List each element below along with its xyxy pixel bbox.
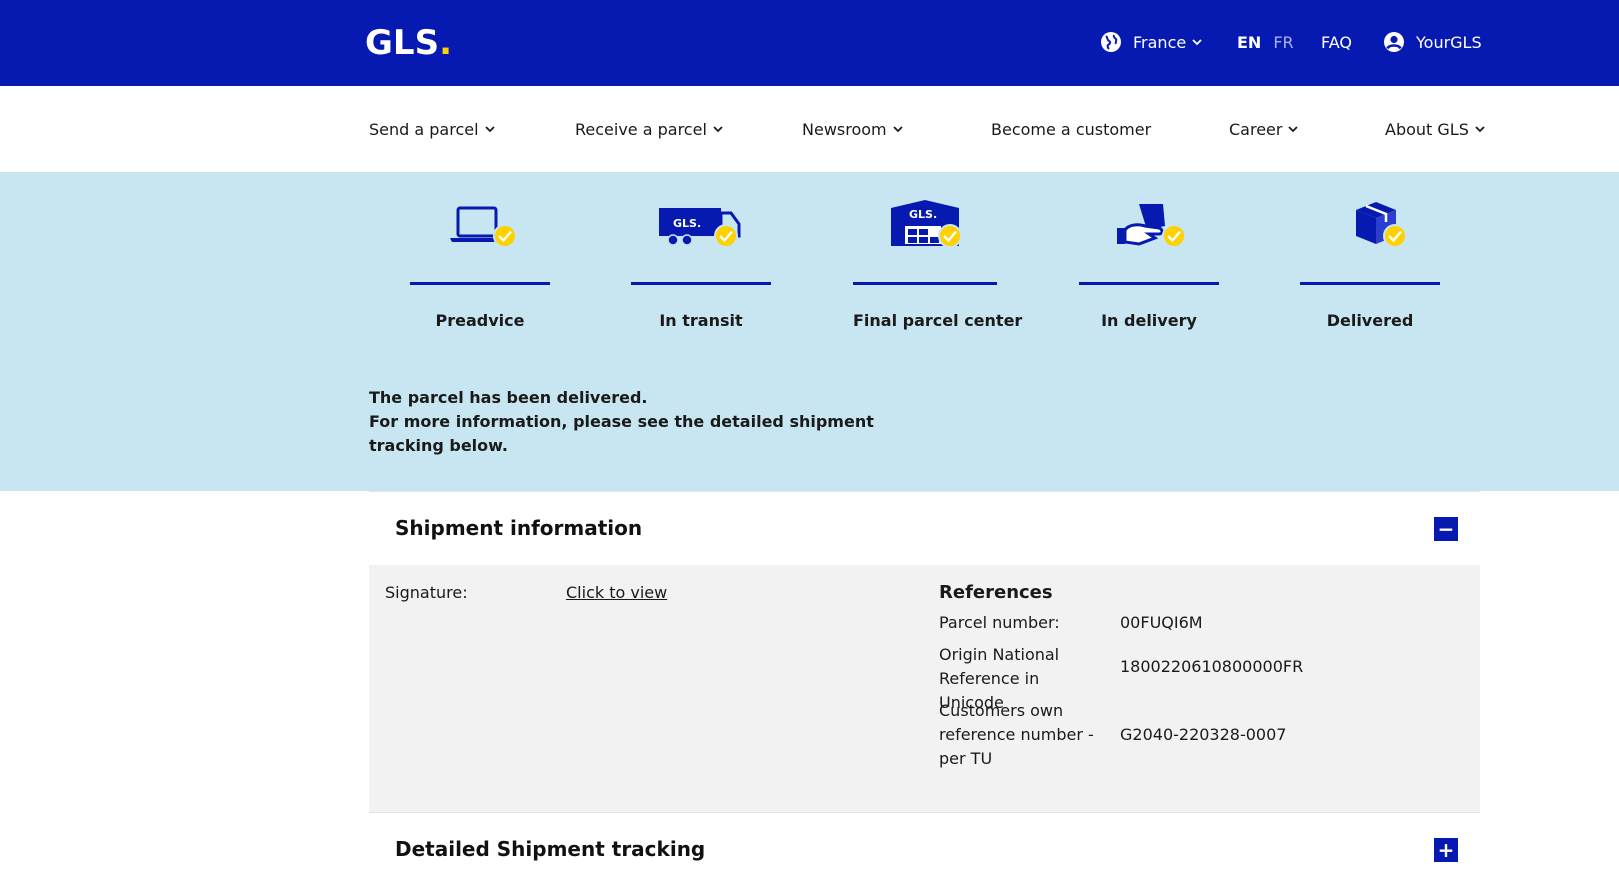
chevron-down-icon [1192,39,1202,46]
step-in-transit: GLS. In transit [631,196,771,330]
status-line-2: For more information, please see the det… [369,412,874,455]
chevron-down-icon [892,126,903,133]
globe-icon [1101,32,1121,52]
status-line-1: The parcel has been delivered. [369,388,648,407]
plus-icon: + [1437,838,1455,862]
chevron-down-icon [484,126,495,133]
nav-receive-parcel[interactable]: Receive a parcel [575,116,723,142]
minus-icon: − [1437,517,1455,541]
tracking-progress: Preadvice GLS. In transit GLS. Final par… [0,172,1619,491]
parcel-number-label: Parcel number: [939,613,1060,632]
nav-about-gls[interactable]: About GLS [1385,116,1485,142]
nav-receive-label: Receive a parcel [575,119,707,139]
logo-dot: . [439,23,452,63]
step-label: In transit [659,311,743,330]
nav-newsroom[interactable]: Newsroom [802,116,903,142]
step-bar [1300,282,1440,285]
step-bar [410,282,550,285]
step-bar [631,282,771,285]
step-label: Preadvice [435,311,525,330]
country-selector[interactable]: France [1100,28,1202,56]
collapse-button[interactable]: − [1434,517,1458,541]
customer-reference-value: G2040-220328-0007 [1120,725,1287,744]
references-title: References [939,582,1053,603]
svg-text:GLS.: GLS. [909,208,937,221]
lang-fr-link[interactable]: FR [1273,33,1293,52]
nav-career[interactable]: Career [1229,116,1299,142]
box-icon [1320,196,1420,266]
step-label: Final parcel center [853,311,1023,330]
lang-en-link[interactable]: EN [1237,33,1261,52]
language-switch: EN FR [1237,28,1294,56]
nav-about-label: About GLS [1385,119,1469,139]
detailed-tracking-header[interactable]: Detailed Shipment tracking + [369,812,1480,886]
gls-logo[interactable]: GLS. [365,22,452,64]
main-navigation: Send a parcel Receive a parcel Newsroom … [0,86,1619,172]
laptop-icon [430,196,530,266]
step-label: In delivery [1101,311,1197,330]
chevron-down-icon [1475,126,1485,133]
top-bar: GLS. France EN FR FAQ YourGLS [0,0,1619,86]
origin-reference-value: 1800220610800000FR [1120,657,1304,676]
yourgls-label: YourGLS [1416,32,1482,52]
expand-button[interactable]: + [1434,838,1458,862]
yourgls-link[interactable]: YourGLS [1383,28,1482,56]
customer-reference-label: Customers own reference number - per TU [939,701,1094,768]
logo-text: GLS [365,23,440,63]
step-bar [1079,282,1219,285]
signature-label: Signature: [385,583,468,602]
user-icon [1384,32,1404,52]
step-in-delivery: In delivery [1079,196,1219,330]
chevron-down-icon [1288,126,1299,133]
step-label: Delivered [1326,311,1414,330]
nav-send-parcel[interactable]: Send a parcel [369,116,495,142]
shipment-information-header[interactable]: Shipment information − [369,491,1480,565]
step-bar [853,282,997,285]
nav-become-label: Become a customer [991,119,1152,139]
nav-career-label: Career [1229,119,1283,139]
svg-text:GLS.: GLS. [673,217,701,230]
step-delivered: Delivered [1300,196,1440,330]
nav-send-label: Send a parcel [369,119,479,139]
warehouse-icon: GLS. [875,196,975,266]
chevron-down-icon [713,126,723,133]
shipment-information-title: Shipment information [395,516,643,540]
parcel-number-value: 00FUQI6M [1120,613,1203,632]
delivery-status-message: The parcel has been delivered. For more … [369,386,889,458]
country-label: France [1133,32,1187,52]
shipment-details: Signature: Click to view References Parc… [369,565,1480,812]
step-preadvice: Preadvice [410,196,550,330]
faq-link[interactable]: FAQ [1321,28,1352,56]
step-final-parcel-center: GLS. Final parcel center [853,196,1023,330]
detailed-tracking-title: Detailed Shipment tracking [395,837,706,861]
nav-newsroom-label: Newsroom [802,119,887,139]
nav-become-customer[interactable]: Become a customer [991,116,1151,142]
truck-icon: GLS. [651,196,751,266]
signature-view-link[interactable]: Click to view [566,581,667,605]
hand-delivery-icon [1099,196,1199,266]
